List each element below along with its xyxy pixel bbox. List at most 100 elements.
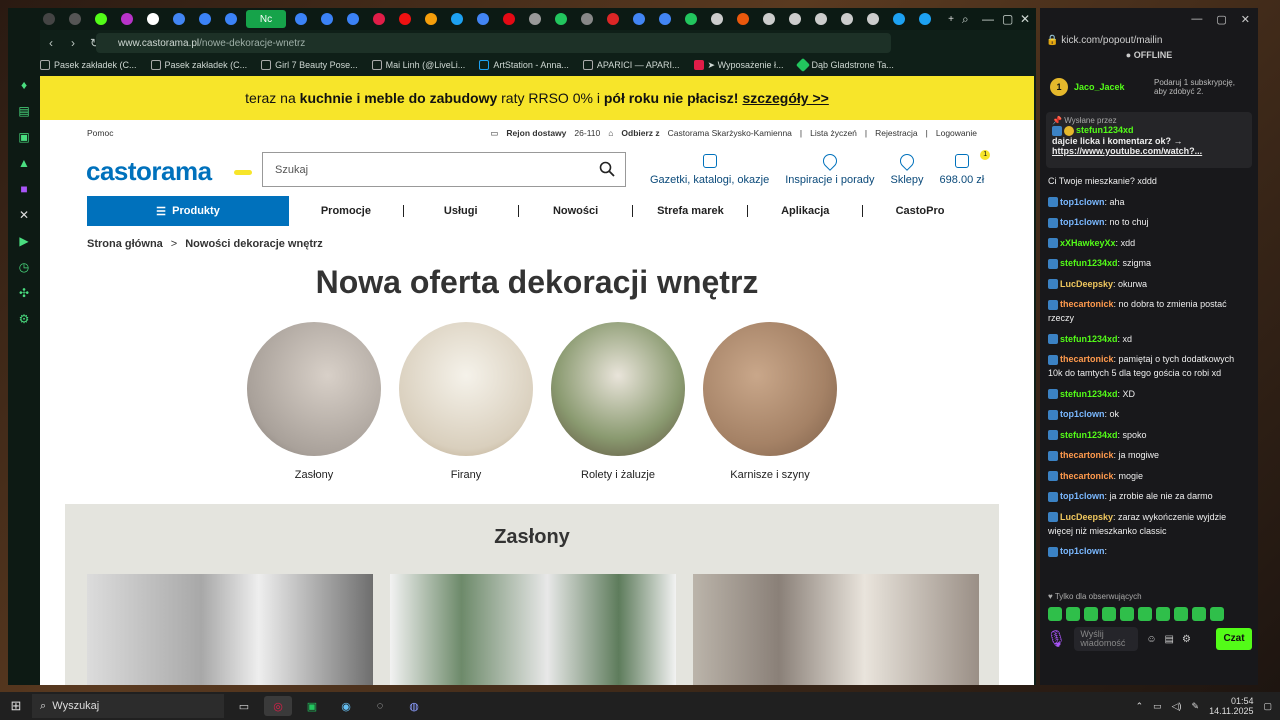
tab-12[interactable] bbox=[368, 10, 390, 28]
chat-input[interactable]: Wyślij wiadomość bbox=[1074, 627, 1139, 651]
catalogs-link[interactable]: Gazetki, katalogi, okazje bbox=[650, 154, 769, 186]
tab-17[interactable] bbox=[498, 10, 520, 28]
category-blinds[interactable]: Rolety i żaluzje bbox=[542, 322, 694, 481]
tab-28[interactable] bbox=[784, 10, 806, 28]
twitch-icon[interactable]: ■ bbox=[17, 182, 31, 196]
store-link[interactable]: Castorama Skarżysko-Kamienna bbox=[668, 128, 792, 138]
settings-icon[interactable]: ⚙ bbox=[1182, 634, 1191, 645]
tab-19[interactable] bbox=[550, 10, 572, 28]
tab-7[interactable] bbox=[194, 10, 216, 28]
kick-icon[interactable]: ▲ bbox=[17, 156, 31, 170]
tab-18[interactable] bbox=[524, 10, 546, 28]
chat-username[interactable]: top1clown bbox=[1060, 197, 1105, 207]
tab-2[interactable] bbox=[64, 10, 86, 28]
tab-33[interactable] bbox=[914, 10, 936, 28]
chat-username[interactable]: top1clown bbox=[1060, 546, 1105, 556]
tab-1[interactable] bbox=[38, 10, 60, 28]
chat-username[interactable]: thecartonick bbox=[1060, 450, 1114, 460]
product-tile[interactable] bbox=[390, 574, 676, 685]
nav-strefa-marek[interactable]: Strefa marek bbox=[633, 205, 749, 217]
tab-16[interactable] bbox=[472, 10, 494, 28]
close-icon[interactable]: ✕ bbox=[1241, 13, 1250, 26]
emote-icon[interactable] bbox=[1210, 607, 1224, 621]
bookmark-item[interactable]: Dąb Gladstrone Ta... bbox=[795, 57, 894, 73]
search-icon[interactable] bbox=[599, 161, 615, 177]
emote-icon[interactable] bbox=[1066, 607, 1080, 621]
chat-username[interactable]: thecartonick bbox=[1060, 299, 1114, 309]
notifications-icon[interactable]: ▢ bbox=[1263, 701, 1272, 712]
tab-25[interactable] bbox=[706, 10, 728, 28]
opera-gx-icon[interactable]: ◎ bbox=[264, 696, 292, 716]
tab-26[interactable] bbox=[732, 10, 754, 28]
emote-icon[interactable] bbox=[1120, 607, 1134, 621]
tab-10[interactable] bbox=[316, 10, 338, 28]
url-field[interactable]: www.castorama.pl/nowe-dekoracje-wnetrz bbox=[96, 33, 891, 53]
tab-24[interactable] bbox=[680, 10, 702, 28]
history-icon[interactable]: ◷ bbox=[17, 260, 31, 274]
tab-21[interactable] bbox=[602, 10, 624, 28]
tab-32[interactable] bbox=[888, 10, 910, 28]
nav-uslugi[interactable]: Usługi bbox=[404, 205, 519, 217]
chat-username[interactable]: LucDeepsky bbox=[1060, 512, 1113, 522]
close-icon[interactable]: ✕ bbox=[1020, 12, 1030, 26]
bookmark-item[interactable]: ➤ Wyposażenie ł... bbox=[693, 60, 784, 71]
category-rods[interactable]: Karnisze i szyny bbox=[694, 322, 846, 481]
category-curtains[interactable]: Zasłony bbox=[238, 322, 390, 481]
minimize-icon[interactable]: — bbox=[982, 12, 994, 26]
promo-banner[interactable]: teraz na kuchnie i meble do zabudowy rat… bbox=[40, 76, 1034, 120]
network-icon[interactable]: ▭ bbox=[1153, 701, 1162, 712]
chat-username[interactable]: thecartonick bbox=[1060, 471, 1114, 481]
gx-hotkeys-icon[interactable]: ▣ bbox=[17, 130, 31, 144]
cart-link[interactable]: 1 698.00 zł bbox=[940, 150, 991, 186]
tab-29[interactable] bbox=[810, 10, 832, 28]
maximize-icon[interactable]: ▢ bbox=[1216, 13, 1226, 26]
emote-icon[interactable] bbox=[1156, 607, 1170, 621]
taskbar-search[interactable]: ⌕ Wyszukaj bbox=[32, 694, 224, 718]
x-icon[interactable]: ✕ bbox=[17, 208, 31, 222]
chat-send-button[interactable]: Czat bbox=[1216, 628, 1252, 650]
minimize-icon[interactable]: — bbox=[1191, 13, 1202, 25]
wishlist-link[interactable]: Lista życzeń bbox=[810, 128, 857, 138]
search-tabs-icon[interactable]: ⌕ bbox=[962, 12, 969, 27]
chat-username[interactable]: stefun1234xd bbox=[1060, 389, 1118, 399]
gift-sub-prompt[interactable]: Podaruj 1 subskrypcję, aby zdobyć 2. bbox=[1154, 78, 1248, 96]
gx-news-icon[interactable]: ▤ bbox=[17, 104, 31, 118]
windows-start-icon[interactable]: ⊞ bbox=[0, 698, 32, 714]
chat-username[interactable]: xXHawkeyXx bbox=[1060, 238, 1116, 248]
emote-icon[interactable] bbox=[1048, 607, 1062, 621]
emote-icon[interactable] bbox=[1084, 607, 1098, 621]
tab-15[interactable] bbox=[446, 10, 468, 28]
settings-icon[interactable]: ⚙ bbox=[17, 312, 31, 326]
promo-details-link[interactable]: szczegóły >> bbox=[742, 90, 828, 106]
search-input[interactable]: Szukaj bbox=[262, 152, 626, 187]
chat-username[interactable]: stefun1234xd bbox=[1060, 258, 1118, 268]
tab-4[interactable] bbox=[116, 10, 138, 28]
bookmark-item[interactable]: Mai Linh (@LiveLi... bbox=[371, 60, 465, 70]
emote-icon[interactable] bbox=[1138, 607, 1152, 621]
chat-username[interactable]: top1clown bbox=[1060, 491, 1105, 501]
pen-icon[interactable]: ✎ bbox=[1192, 701, 1200, 712]
tab-11[interactable] bbox=[342, 10, 364, 28]
task-view-icon[interactable]: ▭ bbox=[230, 696, 258, 716]
tab-3[interactable] bbox=[90, 10, 112, 28]
tab-9[interactable] bbox=[290, 10, 312, 28]
clock[interactable]: 01:54 14.11.2025 bbox=[1209, 696, 1253, 716]
steam-icon[interactable]: ◉ bbox=[332, 696, 360, 716]
help-link[interactable]: Pomoc bbox=[87, 128, 113, 138]
new-tab-button[interactable]: + bbox=[940, 10, 962, 28]
bookmark-item[interactable]: Pasek zakładek (C... bbox=[150, 60, 247, 70]
nav-promocje[interactable]: Promocje bbox=[289, 205, 404, 217]
tab-31[interactable] bbox=[862, 10, 884, 28]
tab-27[interactable] bbox=[758, 10, 780, 28]
volume-icon[interactable]: ◁) bbox=[1172, 701, 1182, 712]
bookmark-item[interactable]: Girl 7 Beauty Pose... bbox=[261, 60, 358, 70]
tab-23[interactable] bbox=[654, 10, 676, 28]
emote-icon[interactable] bbox=[1174, 607, 1188, 621]
chat-username[interactable]: top1clown bbox=[1060, 409, 1105, 419]
tab-6[interactable] bbox=[168, 10, 190, 28]
nav-nowosci[interactable]: Nowości bbox=[519, 205, 634, 217]
tab-active[interactable]: Nc bbox=[246, 10, 286, 28]
chat-username[interactable]: top1clown bbox=[1060, 217, 1105, 227]
emote-icon[interactable] bbox=[1192, 607, 1206, 621]
castorama-logo[interactable]: castorama bbox=[86, 156, 212, 187]
